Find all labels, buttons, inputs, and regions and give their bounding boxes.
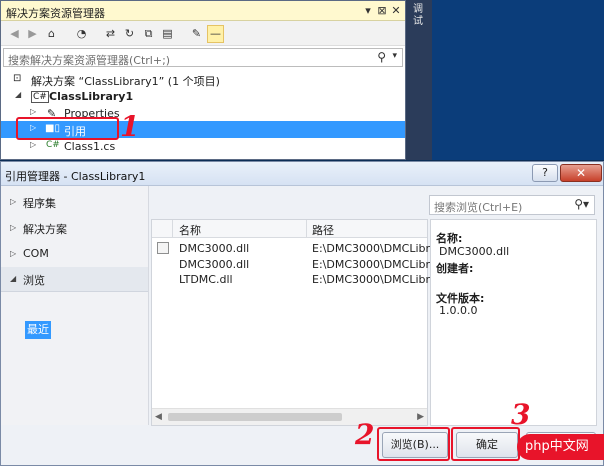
forward-icon[interactable]: ▶	[25, 26, 40, 41]
browse-search-input[interactable]: 搜索浏览(Ctrl+E) ⚲▾	[429, 195, 595, 215]
solution-explorer-toolbar: ◀ ▶ ⌂ ◔ ⇄ ↻ ⧉ ▤ ✎ —	[1, 21, 405, 46]
reference-details-pane: 名称: DMC3000.dll 创建者: 文件版本: 1.0.0.0	[430, 219, 597, 426]
expanded-arrow-icon[interactable]: ◢	[15, 90, 21, 99]
row-checkbox[interactable]	[157, 242, 169, 254]
nav-item-solution[interactable]: ▷ 解决方案	[1, 216, 148, 240]
collapse-all-icon[interactable]: ⧉	[141, 26, 156, 41]
expanded-arrow-icon: ◢	[10, 274, 17, 283]
scroll-right-icon[interactable]: ▶	[417, 412, 424, 422]
reference-manager-titlebar: 引用管理器 - ClassLibrary1	[1, 162, 603, 186]
search-placeholder: 搜索浏览(Ctrl+E)	[434, 201, 523, 214]
nav-item-com[interactable]: ▷ COM	[1, 242, 148, 266]
search-placeholder: 搜索解决方案资源管理器(Ctrl+;)	[8, 54, 171, 67]
refresh-icon[interactable]: ↻	[122, 26, 137, 41]
search-icon[interactable]: ⚲▾	[574, 197, 589, 211]
sync-icon[interactable]: ⇄	[103, 26, 118, 41]
tree-item-solution[interactable]: ⊡ 解决方案 “ClassLibrary1” (1 个项目)	[1, 71, 405, 88]
search-dropdown-icon[interactable]: ▾	[392, 51, 397, 61]
csharp-file-icon: C#	[46, 140, 60, 150]
annotation-box-browse	[377, 427, 450, 461]
table-row[interactable]: DMC3000.dll E:\DMC3000\DMCLibra	[152, 241, 437, 256]
detail-creator-label: 创建者:	[436, 262, 474, 275]
scroll-left-icon[interactable]: ◀	[155, 412, 162, 422]
collapsed-arrow-icon: ▷	[10, 197, 17, 206]
properties-wrench-icon[interactable]: ✎	[189, 26, 204, 41]
back-icon[interactable]: ◀	[7, 26, 22, 41]
close-icon[interactable]: ✕	[389, 4, 403, 18]
column-header-path[interactable]: 路径	[312, 222, 334, 238]
column-header-name[interactable]: 名称	[179, 222, 201, 238]
preview-icon[interactable]: —	[207, 25, 224, 43]
detail-name-value: DMC3000.dll	[439, 245, 510, 258]
column-separator[interactable]	[306, 220, 307, 238]
home-icon[interactable]: ⌂	[44, 26, 59, 41]
search-icon[interactable]: ⚲	[377, 50, 386, 64]
tree-item-class1[interactable]: ▷ C# Class1.cs	[1, 138, 405, 155]
ide-side-tab[interactable]: 调试	[406, 0, 432, 160]
nav-item-assemblies[interactable]: ▷ 程序集	[1, 190, 148, 214]
ide-editor-area	[432, 0, 604, 160]
watermark-logo: php中文网	[517, 434, 604, 460]
column-separator	[172, 220, 173, 238]
horizontal-scrollbar[interactable]: ◀ ▶	[152, 408, 427, 425]
annotation-box-ok	[451, 427, 520, 461]
collapsed-arrow-icon: ▷	[10, 223, 17, 232]
solution-explorer-titlebar: 解决方案资源管理器 ▾ ⊠ ✕	[1, 1, 405, 21]
collapsed-arrow-icon[interactable]: ▷	[30, 107, 36, 116]
reference-list-header: 名称 路径	[152, 220, 427, 238]
collapsed-arrow-icon: ▷	[10, 249, 17, 258]
collapsed-arrow-icon[interactable]: ▷	[30, 140, 36, 149]
table-row[interactable]: LTDMC.dll E:\DMC3000\DMCLibra	[152, 272, 437, 287]
reference-list: 名称 路径 DMC3000.dll E:\DMC3000\DMCLibra DM…	[151, 219, 437, 426]
annotation-box-references	[16, 117, 119, 140]
csharp-project-icon: C#	[31, 91, 49, 103]
scrollbar-thumb[interactable]	[168, 413, 342, 421]
nav-item-recent[interactable]: 最近	[25, 321, 51, 339]
tree-item-project[interactable]: ◢ C# ClassLibrary1	[1, 88, 405, 105]
annotation-number-1: 1	[120, 110, 140, 143]
pin-icon[interactable]: ⊠	[375, 4, 389, 18]
solution-explorer-search[interactable]: 搜索解决方案资源管理器(Ctrl+;) ⚲ ▾	[3, 48, 403, 67]
dropdown-icon[interactable]: ▾	[361, 4, 375, 18]
detail-name-label: 名称:	[436, 232, 463, 245]
annotation-number-3: 3	[511, 398, 531, 431]
nav-item-browse[interactable]: ◢ 浏览	[1, 267, 148, 292]
solution-explorer-title: 解决方案资源管理器	[6, 7, 105, 20]
reference-categories-nav: ▷ 程序集 ▷ 解决方案 ▷ COM ◢ 浏览 最近	[1, 186, 149, 425]
close-button[interactable]: ✕	[560, 164, 602, 182]
history-icon[interactable]: ◔	[74, 26, 89, 41]
help-button[interactable]: ?	[532, 164, 558, 182]
debug-side-tab-label: 调试	[413, 4, 423, 27]
table-row[interactable]: DMC3000.dll E:\DMC3000\DMCLibra	[152, 257, 437, 272]
show-all-files-icon[interactable]: ▤	[160, 26, 175, 41]
annotation-number-2: 2	[355, 418, 375, 451]
dialog-title: 引用管理器 - ClassLibrary1	[5, 170, 146, 183]
solution-icon: ⊡	[13, 73, 22, 84]
detail-version-value: 1.0.0.0	[439, 304, 478, 317]
